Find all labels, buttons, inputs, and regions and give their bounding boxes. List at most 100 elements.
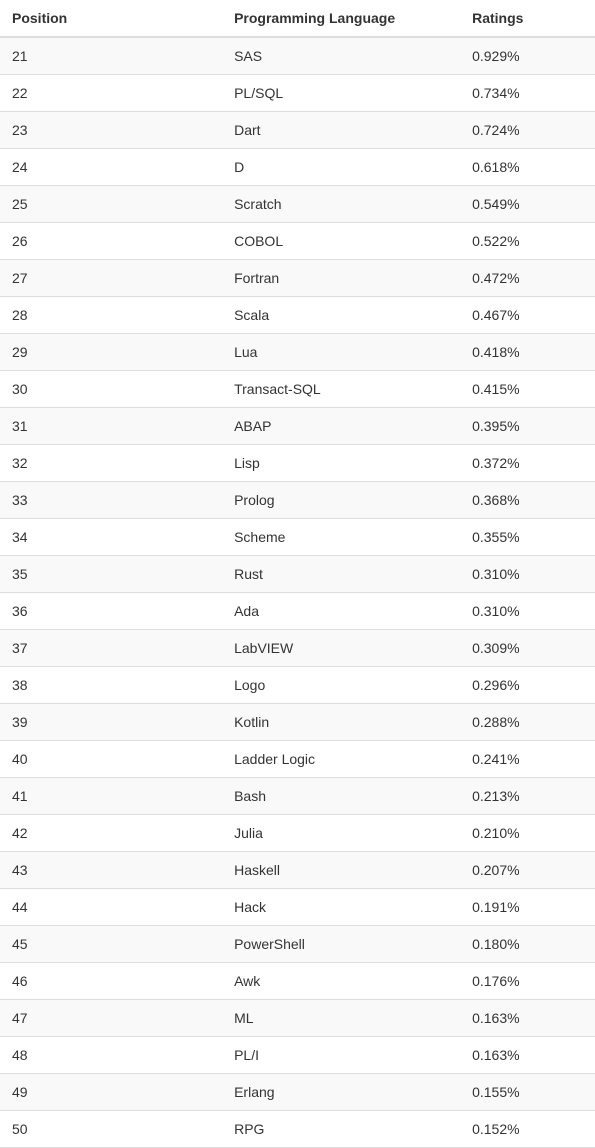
cell-ratings: 0.288% [464, 704, 595, 741]
cell-language: RPG [226, 1111, 464, 1148]
cell-language: Julia [226, 815, 464, 852]
cell-ratings: 0.618% [464, 149, 595, 186]
cell-ratings: 0.472% [464, 260, 595, 297]
table-row: 29Lua0.418% [0, 334, 595, 371]
cell-position: 32 [0, 445, 226, 482]
table-row: 28Scala0.467% [0, 297, 595, 334]
cell-language: Fortran [226, 260, 464, 297]
cell-position: 33 [0, 482, 226, 519]
cell-language: SAS [226, 37, 464, 75]
cell-ratings: 0.549% [464, 186, 595, 223]
cell-position: 25 [0, 186, 226, 223]
table-row: 36Ada0.310% [0, 593, 595, 630]
cell-ratings: 0.152% [464, 1111, 595, 1148]
cell-language: D [226, 149, 464, 186]
table-row: 30Transact-SQL0.415% [0, 371, 595, 408]
cell-position: 42 [0, 815, 226, 852]
cell-position: 40 [0, 741, 226, 778]
cell-ratings: 0.522% [464, 223, 595, 260]
table-row: 43Haskell0.207% [0, 852, 595, 889]
table-row: 21SAS0.929% [0, 37, 595, 75]
cell-position: 39 [0, 704, 226, 741]
cell-language: Scheme [226, 519, 464, 556]
cell-position: 29 [0, 334, 226, 371]
cell-ratings: 0.418% [464, 334, 595, 371]
cell-language: Dart [226, 112, 464, 149]
cell-ratings: 0.176% [464, 963, 595, 1000]
table-header-row: Position Programming Language Ratings [0, 0, 595, 37]
cell-language: PowerShell [226, 926, 464, 963]
cell-position: 31 [0, 408, 226, 445]
table-row: 40Ladder Logic0.241% [0, 741, 595, 778]
table-row: 31ABAP0.395% [0, 408, 595, 445]
table-row: 26COBOL0.522% [0, 223, 595, 260]
language-ratings-table: Position Programming Language Ratings 21… [0, 0, 595, 1148]
table-row: 47ML0.163% [0, 1000, 595, 1037]
cell-ratings: 0.163% [464, 1037, 595, 1074]
cell-ratings: 0.467% [464, 297, 595, 334]
cell-position: 47 [0, 1000, 226, 1037]
cell-language: Awk [226, 963, 464, 1000]
cell-ratings: 0.309% [464, 630, 595, 667]
cell-position: 34 [0, 519, 226, 556]
cell-language: Lisp [226, 445, 464, 482]
cell-ratings: 0.310% [464, 593, 595, 630]
cell-language: COBOL [226, 223, 464, 260]
header-language: Programming Language [226, 0, 464, 37]
table-row: 39Kotlin0.288% [0, 704, 595, 741]
cell-language: ML [226, 1000, 464, 1037]
cell-position: 23 [0, 112, 226, 149]
cell-position: 48 [0, 1037, 226, 1074]
table-row: 35Rust0.310% [0, 556, 595, 593]
cell-position: 44 [0, 889, 226, 926]
cell-ratings: 0.415% [464, 371, 595, 408]
cell-ratings: 0.355% [464, 519, 595, 556]
cell-position: 41 [0, 778, 226, 815]
cell-ratings: 0.191% [464, 889, 595, 926]
cell-ratings: 0.241% [464, 741, 595, 778]
cell-language: Prolog [226, 482, 464, 519]
table-row: 45PowerShell0.180% [0, 926, 595, 963]
cell-position: 35 [0, 556, 226, 593]
table-row: 42Julia0.210% [0, 815, 595, 852]
cell-position: 45 [0, 926, 226, 963]
cell-ratings: 0.180% [464, 926, 595, 963]
cell-position: 43 [0, 852, 226, 889]
cell-ratings: 0.210% [464, 815, 595, 852]
cell-language: Scratch [226, 186, 464, 223]
cell-position: 50 [0, 1111, 226, 1148]
header-position: Position [0, 0, 226, 37]
table-row: 23Dart0.724% [0, 112, 595, 149]
table-row: 46Awk0.176% [0, 963, 595, 1000]
cell-language: Transact-SQL [226, 371, 464, 408]
cell-ratings: 0.207% [464, 852, 595, 889]
cell-ratings: 0.163% [464, 1000, 595, 1037]
table-row: 48PL/I0.163% [0, 1037, 595, 1074]
cell-position: 27 [0, 260, 226, 297]
cell-position: 24 [0, 149, 226, 186]
cell-position: 37 [0, 630, 226, 667]
cell-position: 46 [0, 963, 226, 1000]
cell-ratings: 0.395% [464, 408, 595, 445]
cell-language: ABAP [226, 408, 464, 445]
cell-position: 28 [0, 297, 226, 334]
cell-language: Bash [226, 778, 464, 815]
cell-language: Rust [226, 556, 464, 593]
cell-language: Logo [226, 667, 464, 704]
cell-ratings: 0.929% [464, 37, 595, 75]
cell-position: 30 [0, 371, 226, 408]
cell-language: Haskell [226, 852, 464, 889]
table-row: 22PL/SQL0.734% [0, 75, 595, 112]
cell-ratings: 0.372% [464, 445, 595, 482]
table-row: 33Prolog0.368% [0, 482, 595, 519]
table-row: 32Lisp0.372% [0, 445, 595, 482]
table-row: 27Fortran0.472% [0, 260, 595, 297]
table-row: 38Logo0.296% [0, 667, 595, 704]
cell-language: PL/SQL [226, 75, 464, 112]
table-row: 50RPG0.152% [0, 1111, 595, 1148]
cell-language: Ada [226, 593, 464, 630]
cell-ratings: 0.368% [464, 482, 595, 519]
cell-language: Scala [226, 297, 464, 334]
table-row: 44Hack0.191% [0, 889, 595, 926]
cell-position: 38 [0, 667, 226, 704]
